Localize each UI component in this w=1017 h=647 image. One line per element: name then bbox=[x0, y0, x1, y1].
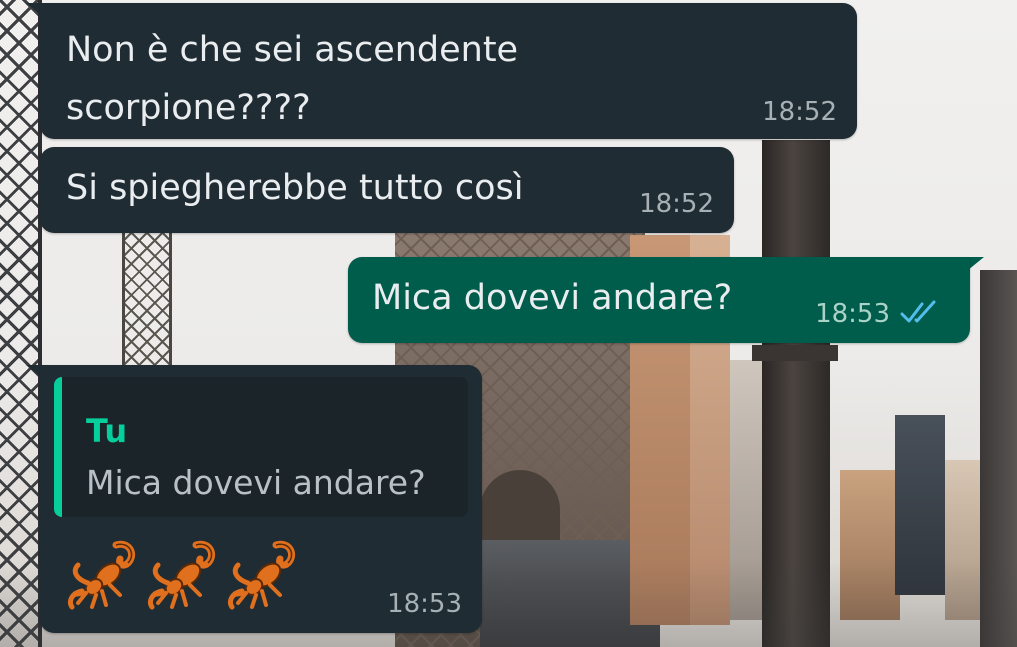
incoming-reply-message[interactable]: Tu Mica dovevi andare? 18:53 bbox=[40, 365, 482, 633]
message-timestamp: 18:52 bbox=[762, 97, 837, 127]
message-timestamp: 18:52 bbox=[639, 189, 714, 219]
quoted-text: Mica dovevi andare? bbox=[86, 463, 426, 502]
quote-accent-bar bbox=[54, 377, 62, 517]
outgoing-message[interactable]: Mica dovevi andare? 18:53 bbox=[348, 257, 970, 343]
scorpion-emoji bbox=[227, 540, 295, 610]
wallpaper-bridge-arch bbox=[480, 470, 560, 540]
quoted-message[interactable]: Tu Mica dovevi andare? bbox=[54, 377, 468, 517]
incoming-message[interactable]: Si spiegherebbe tutto così 18:52 bbox=[40, 147, 734, 233]
wallpaper-bridge-tower-left bbox=[0, 0, 42, 647]
message-text: Si spiegherebbe tutto così bbox=[66, 168, 524, 208]
message-text: Mica dovevi andare? bbox=[372, 278, 733, 318]
scorpion-emoji bbox=[147, 540, 215, 610]
message-line: Non è che sei ascendente bbox=[66, 30, 519, 70]
quoted-author: Tu bbox=[86, 412, 128, 450]
wallpaper-pylon bbox=[122, 225, 172, 365]
emoji-row bbox=[66, 535, 326, 615]
message-timestamp: 18:53 bbox=[387, 589, 462, 619]
incoming-message[interactable]: Non è che sei ascendente scorpione???? 1… bbox=[40, 3, 857, 139]
double-check-read-icon bbox=[900, 300, 936, 323]
message-line: scorpione???? bbox=[66, 88, 311, 128]
message-text: Non è che sei ascendente scorpione???? bbox=[66, 21, 518, 137]
wallpaper-chimney-band bbox=[752, 345, 838, 361]
message-timestamp: 18:53 bbox=[815, 299, 890, 329]
scorpion-emoji bbox=[67, 540, 135, 610]
